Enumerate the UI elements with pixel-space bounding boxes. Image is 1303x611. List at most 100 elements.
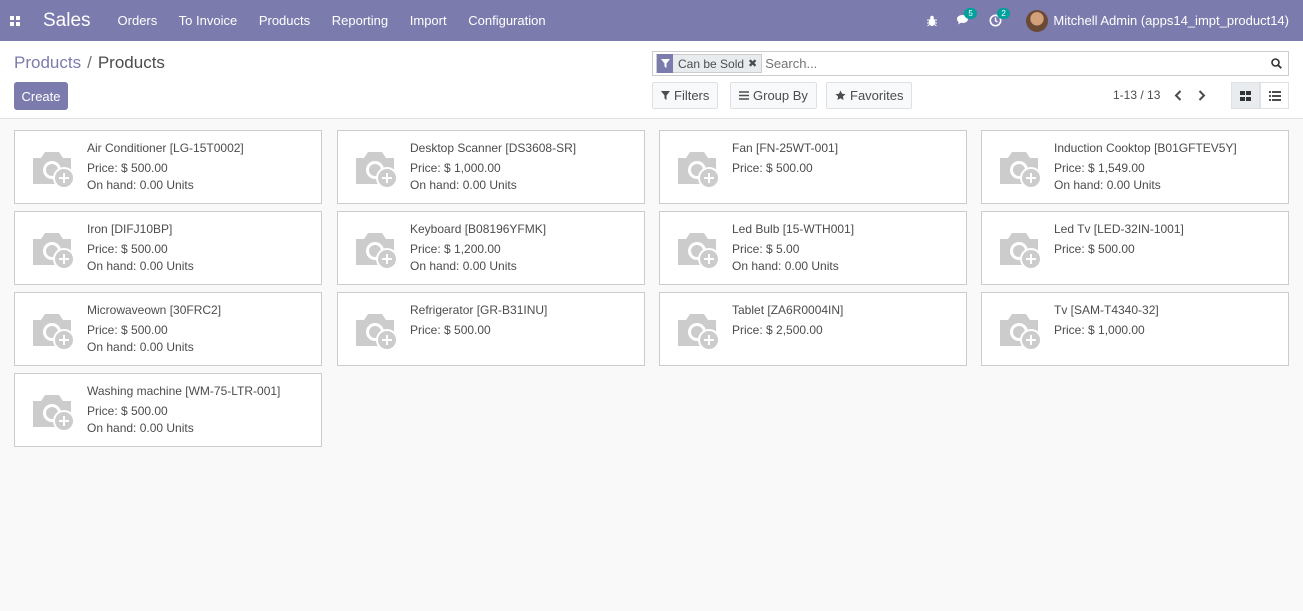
camera-placeholder-icon (678, 314, 720, 351)
menu-products[interactable]: Products (259, 13, 310, 28)
camera-placeholder-icon (356, 233, 398, 270)
filters-label: Filters (674, 88, 710, 103)
search-icon[interactable] (1264, 58, 1288, 69)
menu-import[interactable]: Import (410, 13, 447, 28)
product-name: Desktop Scanner [DS3608-SR] (410, 141, 577, 155)
product-name: Refrigerator [GR-B31INU] (410, 303, 548, 317)
product-name: Fan [FN-25WT-001] (732, 141, 839, 155)
product-price: Price: $ 500.00 (87, 323, 168, 337)
favorites-label: Favorites (850, 88, 904, 103)
camera-placeholder-icon (33, 395, 75, 432)
product-card[interactable]: Iron [DIFJ10BP] Price: $ 500.00 On hand:… (14, 211, 322, 285)
kanban-view-icon[interactable] (1231, 82, 1260, 109)
debug-bug-icon[interactable] (926, 15, 938, 27)
filters-button[interactable]: Filters (652, 82, 719, 109)
group-by-label: Group By (753, 88, 808, 103)
product-on-hand: On hand: 0.00 Units (410, 178, 517, 192)
group-by-button[interactable]: Group By (730, 82, 817, 109)
product-on-hand: On hand: 0.00 Units (87, 259, 194, 273)
user-avatar[interactable] (1026, 9, 1049, 32)
product-name: Led Bulb [15-WTH001] (732, 222, 855, 236)
product-card[interactable]: Microwaveown [30FRC2] Price: $ 500.00 On… (14, 292, 322, 366)
product-name: Air Conditioner [LG-15T0002] (87, 141, 244, 155)
product-on-hand: On hand: 0.00 Units (87, 421, 194, 435)
breadcrumb-current: Products (97, 53, 165, 72)
menu-reporting[interactable]: Reporting (332, 13, 388, 28)
camera-placeholder-icon (33, 314, 75, 351)
user-menu[interactable]: Mitchell Admin (apps14_impt_product14) (1053, 13, 1289, 28)
menu-configuration[interactable]: Configuration (468, 13, 545, 28)
activities-clock-icon[interactable]: 2 (989, 8, 1010, 27)
top-navbar: Sales Orders To Invoice Products Reporti… (0, 0, 1303, 41)
menu-orders[interactable]: Orders (118, 13, 158, 28)
product-price: Price: $ 500.00 (732, 161, 813, 175)
camera-placeholder-icon (1000, 152, 1042, 189)
filter-funnel-icon (657, 54, 673, 73)
camera-placeholder-icon (678, 152, 720, 189)
product-card[interactable]: Led Tv [LED-32IN-1001] Price: $ 500.00 (981, 211, 1289, 285)
product-on-hand: On hand: 0.00 Units (87, 178, 194, 192)
product-name: Keyboard [B08196YFMK] (410, 222, 547, 236)
product-name: Induction Cooktop [B01GFTEV5Y] (1054, 141, 1237, 155)
product-on-hand: On hand: 0.00 Units (1054, 178, 1161, 192)
product-price: Price: $ 500.00 (410, 323, 491, 337)
product-card[interactable]: Fan [FN-25WT-001] Price: $ 500.00 (659, 130, 967, 204)
menu-to-invoice[interactable]: To Invoice (179, 13, 238, 28)
product-card[interactable]: Led Bulb [15-WTH001] Price: $ 5.00 On ha… (659, 211, 967, 285)
product-card[interactable]: Refrigerator [GR-B31INU] Price: $ 500.00 (337, 292, 645, 366)
group-by-bars-icon (739, 91, 749, 100)
systray: 5 2 Mitchell Admin (apps14_impt_product1… (908, 0, 1289, 41)
product-card[interactable]: Induction Cooktop [B01GFTEV5Y] Price: $ … (981, 130, 1289, 204)
view-switcher (1231, 82, 1289, 109)
facet-remove-icon[interactable]: ✖ (748, 57, 761, 70)
control-panel: Products / Products Create Can be Sold ✖ F… (0, 41, 1303, 119)
product-name: Led Tv [LED-32IN-1001] (1054, 222, 1184, 236)
list-view-icon[interactable] (1260, 82, 1289, 109)
app-brand[interactable]: Sales (43, 10, 91, 32)
product-on-hand: On hand: 0.00 Units (87, 340, 194, 354)
star-icon (835, 90, 846, 100)
camera-placeholder-icon (1000, 233, 1042, 270)
messages-icon[interactable]: 5 (956, 8, 977, 27)
search-facet: Can be Sold ✖ (656, 54, 763, 73)
apps-menu-icon[interactable] (0, 0, 30, 41)
product-card[interactable]: Tv [SAM-T4340-32] Price: $ 1,000.00 (981, 292, 1289, 366)
product-price: Price: $ 2,500.00 (732, 323, 823, 337)
facet-label: Can be Sold (678, 56, 745, 71)
product-card[interactable]: Air Conditioner [LG-15T0002] Price: $ 50… (14, 130, 322, 204)
product-name: Tv [SAM-T4340-32] (1054, 303, 1159, 317)
kanban-view: Air Conditioner [LG-15T0002] Price: $ 50… (0, 119, 1303, 611)
pager-previous-icon[interactable] (1168, 86, 1188, 104)
product-card[interactable]: Tablet [ZA6R0004IN] Price: $ 2,500.00 (659, 292, 967, 366)
camera-placeholder-icon (33, 233, 75, 270)
product-price: Price: $ 1,000.00 (1054, 323, 1145, 337)
pager-value[interactable]: 1-13 / 13 (1113, 88, 1160, 102)
product-name: Microwaveown [30FRC2] (87, 303, 222, 317)
favorites-button[interactable]: Favorites (826, 82, 913, 109)
search-bar: Can be Sold ✖ (652, 51, 1289, 76)
pager-next-icon[interactable] (1192, 86, 1212, 104)
product-on-hand: On hand: 0.00 Units (410, 259, 517, 273)
product-price: Price: $ 500.00 (1054, 242, 1135, 256)
create-button[interactable]: Create (14, 82, 68, 110)
product-price: Price: $ 1,000.00 (410, 161, 501, 175)
messages-badge: 5 (964, 8, 977, 19)
product-price: Price: $ 500.00 (87, 161, 168, 175)
product-name: Tablet [ZA6R0004IN] (732, 303, 844, 317)
product-card[interactable]: Washing machine [WM-75-LTR-001] Price: $… (14, 373, 322, 447)
filter-icon (661, 91, 670, 100)
product-card[interactable]: Keyboard [B08196YFMK] Price: $ 1,200.00 … (337, 211, 645, 285)
camera-placeholder-icon (33, 152, 75, 189)
product-name: Iron [DIFJ10BP] (87, 222, 173, 236)
breadcrumb-parent[interactable]: Products (14, 53, 81, 72)
breadcrumb-separator: / (87, 53, 92, 72)
search-input[interactable] (765, 56, 1264, 71)
camera-placeholder-icon (356, 314, 398, 351)
product-name: Washing machine [WM-75-LTR-001] (87, 384, 281, 398)
camera-placeholder-icon (1000, 314, 1042, 351)
product-price: Price: $ 5.00 (732, 242, 800, 256)
product-on-hand: On hand: 0.00 Units (732, 259, 839, 273)
product-card[interactable]: Desktop Scanner [DS3608-SR] Price: $ 1,0… (337, 130, 645, 204)
product-price: Price: $ 1,200.00 (410, 242, 501, 256)
product-price: Price: $ 500.00 (87, 404, 168, 418)
